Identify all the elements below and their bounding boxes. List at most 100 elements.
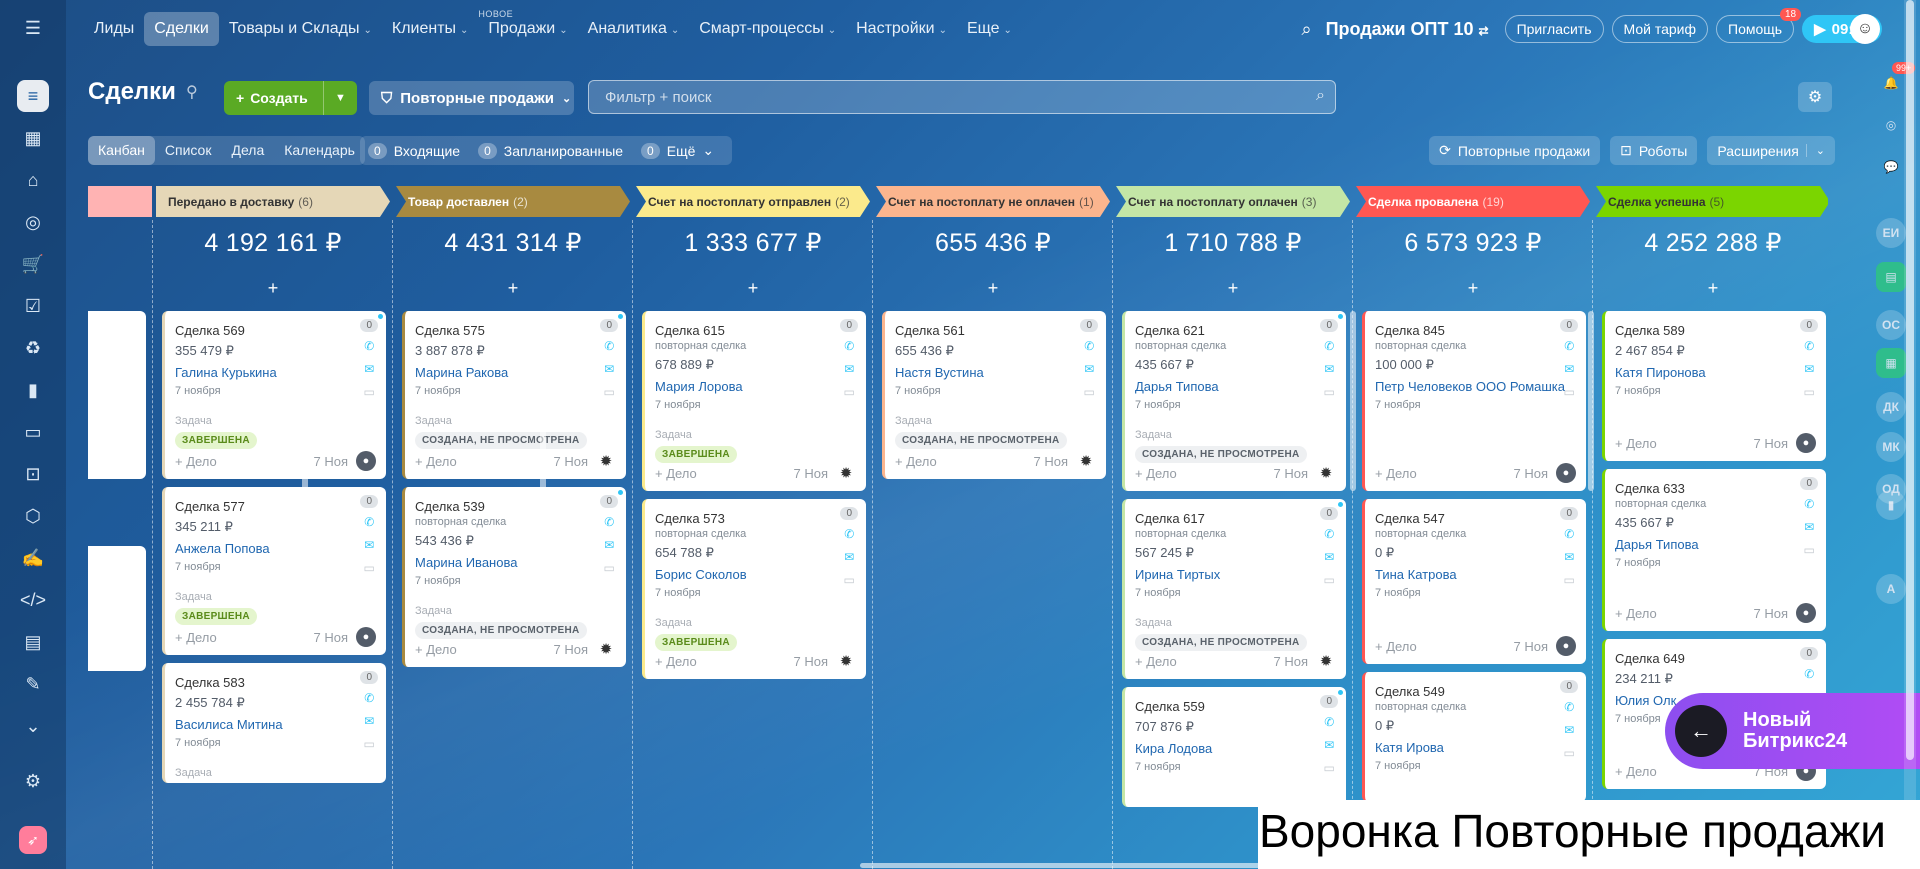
- deal-client[interactable]: Марина Ракова: [415, 364, 616, 381]
- chat-icon[interactable]: ▭: [844, 573, 855, 591]
- add-activity-button[interactable]: + Дело: [175, 630, 217, 645]
- chat-icon[interactable]: ▭: [364, 385, 375, 403]
- cart-icon[interactable]: 🛒: [17, 248, 49, 280]
- add-activity-button[interactable]: + Дело: [1135, 654, 1177, 669]
- add-activity-button[interactable]: + Дело: [655, 654, 697, 669]
- extensions-button[interactable]: Расширения ⌄: [1707, 136, 1835, 165]
- add-activity-button[interactable]: + Дело: [415, 642, 457, 657]
- responsible-avatar[interactable]: ✹: [1316, 651, 1336, 671]
- chat-icon[interactable]: ▭: [1564, 385, 1575, 403]
- phone-icon[interactable]: ✆: [364, 691, 374, 709]
- stage-header[interactable]: Счет на постоплату не оплачен (1): [876, 186, 1110, 217]
- column-scrollbar[interactable]: [540, 311, 546, 496]
- horizontal-scrollbar[interactable]: [860, 863, 1830, 868]
- code-icon[interactable]: </>: [17, 584, 49, 616]
- deal-client[interactable]: Кира Лодова: [1135, 740, 1336, 757]
- pin-icon[interactable]: ⚲: [186, 82, 198, 102]
- chat-icon[interactable]: ▭: [844, 385, 855, 403]
- funnel-selector[interactable]: ⛉ Повторные продажи ⌄: [369, 81, 574, 115]
- deal-card[interactable]: Сделка 575 3 887 878 ₽ Марина Ракова 7 нояб…: [402, 311, 626, 479]
- chat-icon[interactable]: 💬: [1876, 152, 1906, 182]
- deal-card[interactable]: Сделка 845 повторная сделка 100 000 ₽ Петр …: [1362, 311, 1586, 491]
- counter-item[interactable]: 0 Ещё ⌄: [641, 142, 714, 159]
- target-icon[interactable]: ◎: [1876, 110, 1906, 140]
- phone-icon[interactable]: ✆: [1804, 667, 1814, 685]
- add-activity-button[interactable]: + Дело: [1135, 466, 1177, 481]
- pen-icon[interactable]: ✎: [17, 668, 49, 700]
- add-deal-button[interactable]: +: [1116, 278, 1350, 299]
- add-deal-button[interactable]: +: [396, 278, 630, 299]
- counter-item[interactable]: 0 Входящие: [368, 142, 460, 159]
- deal-title[interactable]: Сделка 617: [1135, 511, 1336, 526]
- mail-icon[interactable]: ✉: [1564, 362, 1574, 380]
- add-activity-button[interactable]: + Дело: [415, 454, 457, 469]
- responsible-avatar[interactable]: ●: [1796, 603, 1816, 623]
- deal-client[interactable]: Катя Ирова: [1375, 739, 1576, 756]
- responsible-avatar[interactable]: ✹: [596, 639, 616, 659]
- deal-title[interactable]: Сделка 589: [1615, 323, 1816, 338]
- deal-client[interactable]: Петр Человеков ООО Ромашка: [1375, 378, 1576, 395]
- phone-icon[interactable]: ✆: [1324, 339, 1334, 357]
- nav-item[interactable]: Клиенты ⌄: [382, 12, 479, 46]
- deal-title[interactable]: Сделка 575: [415, 323, 616, 338]
- contact-avatar[interactable]: А: [1876, 574, 1906, 604]
- chat-icon[interactable]: ▭: [364, 737, 375, 755]
- stage-header[interactable]: Сделка провалена (19): [1356, 186, 1590, 217]
- recycle-icon[interactable]: ♻: [17, 332, 49, 364]
- view-tab[interactable]: Канбан: [88, 136, 155, 165]
- phone-icon[interactable]: ✆: [364, 515, 374, 533]
- search-icon[interactable]: ⌕: [1301, 19, 1311, 40]
- stage-header[interactable]: Товар доставлен (2): [396, 186, 630, 217]
- responsible-avatar[interactable]: ●: [356, 451, 376, 471]
- contact-avatar[interactable]: ЕИ: [1876, 218, 1906, 248]
- deal-client[interactable]: Василиса Митина: [175, 716, 376, 733]
- robot-icon[interactable]: ⊡: [17, 458, 49, 490]
- deal-client[interactable]: Анжела Попова: [175, 540, 376, 557]
- deal-title[interactable]: Сделка 561: [895, 323, 1096, 338]
- deal-card[interactable]: Сделка 547 повторная сделка 0 ₽ Тина Катров…: [1362, 499, 1586, 664]
- stage-header[interactable]: Передано в доставку (6): [156, 186, 390, 217]
- create-button[interactable]: + Создать ▼: [224, 81, 357, 115]
- add-deal-button[interactable]: +: [636, 278, 870, 299]
- deal-client[interactable]: Дарья Типова: [1615, 536, 1816, 553]
- view-tab[interactable]: Дела: [221, 136, 274, 165]
- add-activity-button[interactable]: + Дело: [1375, 639, 1417, 654]
- search-input[interactable]: [589, 81, 1335, 113]
- responsible-avatar[interactable]: ✹: [1316, 463, 1336, 483]
- chat-icon[interactable]: ▭: [1324, 573, 1335, 591]
- card-icon[interactable]: ▭: [17, 416, 49, 448]
- deal-title[interactable]: Сделка 573: [655, 511, 856, 526]
- deal-card[interactable]: Сделка 561 655 436 ₽ Настя Вустина 7 ноября…: [882, 311, 1106, 479]
- phone-icon[interactable]: ✆: [1084, 339, 1094, 357]
- chat-icon[interactable]: ▭: [1804, 543, 1815, 561]
- deal-title[interactable]: Сделка 549: [1375, 684, 1576, 699]
- mail-icon[interactable]: ✉: [1324, 362, 1334, 380]
- calendar-icon[interactable]: ▦: [17, 122, 49, 154]
- mail-icon[interactable]: ✉: [1564, 723, 1574, 741]
- chevron-down-icon[interactable]: ▼: [323, 81, 357, 115]
- deal-title[interactable]: Сделка 569: [175, 323, 376, 338]
- contact-avatar[interactable]: ОС: [1876, 310, 1906, 340]
- deal-client[interactable]: Борис Соколов: [655, 566, 856, 583]
- deal-card[interactable]: Сделка 569 355 479 ₽ Галина Курькина 7 нояб…: [162, 311, 386, 479]
- phone-icon[interactable]: ✆: [1804, 497, 1814, 515]
- deal-client[interactable]: Галина Курькина: [175, 364, 376, 381]
- column-scrollbar[interactable]: [1588, 311, 1594, 491]
- nav-item[interactable]: НОВОЕ Продажи ⌄: [478, 9, 577, 46]
- chat-icon[interactable]: ▭: [1564, 746, 1575, 764]
- add-activity-button[interactable]: + Дело: [655, 466, 697, 481]
- sign-icon[interactable]: ✍: [17, 542, 49, 574]
- responsible-avatar[interactable]: ●: [1556, 463, 1576, 483]
- mail-icon[interactable]: ✉: [1084, 362, 1094, 380]
- view-tab[interactable]: Список: [155, 136, 222, 165]
- phone-icon[interactable]: ✆: [1804, 339, 1814, 357]
- search-field[interactable]: ⌕: [588, 80, 1336, 114]
- rocket-icon[interactable]: ➶: [19, 826, 47, 854]
- responsible-avatar[interactable]: ✹: [836, 651, 856, 671]
- phone-icon[interactable]: ✆: [1324, 715, 1334, 733]
- mail-icon[interactable]: ✉: [1804, 520, 1814, 538]
- view-tab[interactable]: Календарь: [274, 136, 365, 165]
- mail-icon[interactable]: ✉: [604, 362, 614, 380]
- menu-icon[interactable]: ☰: [17, 12, 49, 44]
- gear-icon[interactable]: ⚙: [17, 765, 49, 797]
